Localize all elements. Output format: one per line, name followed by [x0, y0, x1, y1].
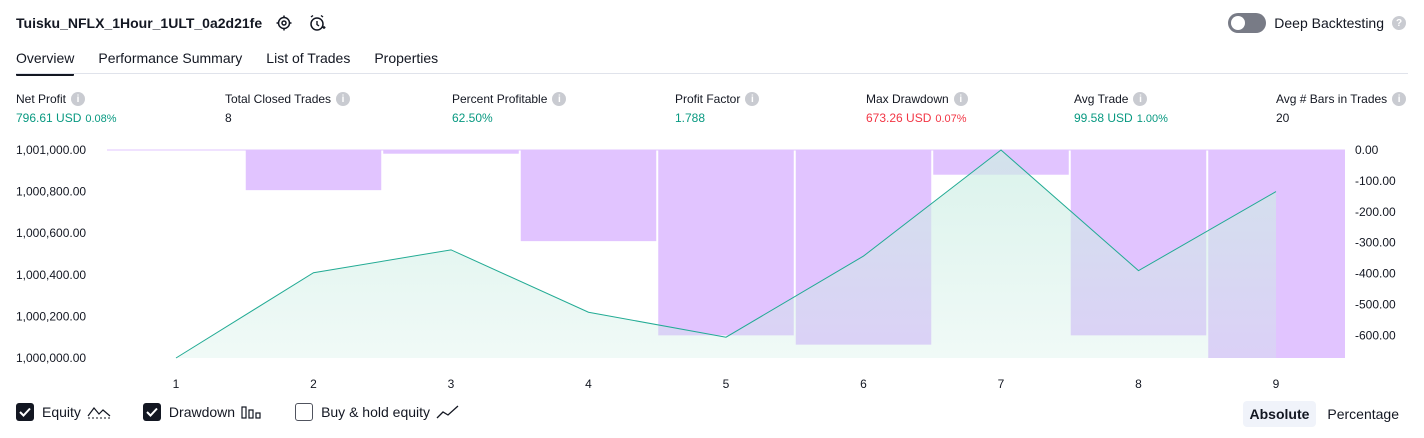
drawdown-tick-label: -400.00 [1355, 267, 1396, 281]
metric-label: Percent Profitable [452, 92, 548, 106]
strategy-header: Tuisku_NFLX_1Hour_1ULT_0a2d21fe Deep Bac… [0, 0, 1424, 44]
metric-value: 796.61 USD [16, 111, 82, 125]
tab-properties[interactable]: Properties [374, 44, 438, 76]
equity-tick-label: 1,000,600.00 [16, 226, 86, 240]
metric-label: Total Closed Trades [225, 92, 332, 106]
metric-value: 20 [1276, 111, 1290, 125]
drawdown-bar [520, 150, 657, 242]
trade-number-label: 1 [173, 377, 180, 391]
tabs-divider [16, 73, 1408, 74]
trade-number-label: 2 [310, 377, 317, 391]
legend-label: Buy & hold equity [321, 404, 431, 420]
metric-percent: 0.08% [85, 113, 117, 125]
metric-label: Max Drawdown [866, 92, 949, 106]
metric-avg-trade: Avg Trade i 99.58 USD 1.00% [1074, 92, 1168, 125]
metric-avg-bars-in-trades: Avg # Bars in Trades i 20 [1276, 92, 1407, 125]
metric-label: Avg Trade [1074, 92, 1129, 106]
metric-percent-profitable: Percent Profitable i 62.50% [452, 92, 567, 125]
add-alert-icon[interactable] [307, 13, 327, 33]
metric-net-profit: Net Profit i 796.61 USD 0.08% [16, 92, 117, 125]
drawdown-tick-label: -100.00 [1355, 174, 1396, 188]
value-mode-switch: Absolute Percentage [1239, 401, 1407, 427]
equity-tick-label: 1,000,200.00 [16, 309, 86, 323]
drawdown-tick-label: -300.00 [1355, 236, 1396, 250]
drawdown-checkbox[interactable] [142, 403, 161, 421]
metric-label: Avg # Bars in Trades [1276, 92, 1388, 106]
buy-hold-checkbox[interactable] [295, 403, 314, 421]
equity-tick-label: 1,000,000.00 [16, 351, 86, 365]
trade-number-label: 8 [1135, 377, 1142, 391]
legend-label: Drawdown [168, 404, 236, 420]
info-icon[interactable]: i [71, 92, 86, 106]
tab-list-of-trades[interactable]: List of Trades [266, 44, 350, 76]
summary-metrics: Net Profit i 796.61 USD 0.08% Total Closed… [0, 92, 1424, 132]
legend-equity[interactable]: Equity [16, 403, 111, 421]
settings-gear-icon[interactable] [274, 13, 294, 33]
info-icon[interactable]: i [552, 92, 567, 106]
deep-backtesting-toggle[interactable] [1228, 13, 1267, 33]
equity-line-icon [87, 405, 111, 419]
trade-number-label: 9 [1273, 377, 1280, 391]
drawdown-tick-label: -200.00 [1355, 205, 1396, 219]
drawdown-tick-label: -600.00 [1355, 328, 1396, 342]
legend-buy-hold-equity[interactable]: Buy & hold equity [295, 403, 460, 421]
equity-tick-label: 1,000,400.00 [16, 268, 86, 282]
metric-max-drawdown: Max Drawdown i 673.26 USD 0.07% [866, 92, 968, 125]
trade-number-label: 7 [998, 377, 1005, 391]
info-icon[interactable]: i [336, 92, 351, 106]
trade-number-label: 6 [860, 377, 867, 391]
trade-number-axis: 1 2 3 4 5 6 7 8 9 [173, 377, 1280, 391]
chart-legend: Equity Drawdown Buy & hold equity [16, 403, 492, 421]
legend-label: Equity [42, 404, 81, 420]
toggle-knob [1231, 16, 1246, 30]
drawdown-axis: 0.00 -100.00 -200.00 -300.00 -400.00 -500.00 -… [1355, 143, 1396, 342]
absolute-button[interactable]: Absolute [1242, 401, 1317, 427]
buy-hold-line-icon [436, 405, 460, 419]
drawdown-bar [245, 150, 382, 191]
metric-percent: 0.07% [935, 113, 967, 125]
deep-backtesting-label: Deep Backtesting [1274, 15, 1384, 31]
drawdown-bar [658, 150, 794, 336]
strategy-name: Tuisku_NFLX_1Hour_1ULT_0a2d21fe [16, 15, 263, 31]
deep-backtesting-help-icon[interactable]: ? [1392, 16, 1406, 30]
equity-tick-label: 1,000,800.00 [16, 185, 86, 199]
trade-number-label: 3 [448, 377, 455, 391]
info-icon[interactable]: i [745, 92, 760, 106]
metric-label: Net Profit [16, 92, 67, 106]
metric-value: 673.26 USD [866, 111, 932, 125]
tab-overview[interactable]: Overview [16, 44, 75, 76]
drawdown-bars-icon [241, 405, 263, 419]
trade-number-label: 5 [723, 377, 730, 391]
metric-value: 8 [225, 111, 232, 125]
trade-number-label: 4 [585, 377, 592, 391]
equity-drawdown-chart[interactable]: 1,001,000.00 1,000,800.00 1,000,600.00 1,00… [0, 140, 1424, 400]
drawdown-tick-label: 0.00 [1355, 143, 1379, 157]
metric-total-closed-trades: Total Closed Trades i 8 [225, 92, 351, 125]
drawdown-bar [383, 150, 519, 154]
metric-label: Profit Factor [675, 92, 741, 106]
metric-percent: 1.00% [1136, 113, 1168, 125]
equity-axis: 1,001,000.00 1,000,800.00 1,000,600.00 1,00… [16, 143, 86, 365]
metric-value: 1.788 [675, 111, 706, 125]
report-tabs: Overview Performance Summary List of Tra… [16, 44, 462, 76]
percentage-button[interactable]: Percentage [1320, 401, 1406, 427]
legend-drawdown[interactable]: Drawdown [142, 403, 263, 421]
metric-value: 62.50% [452, 111, 493, 125]
tab-performance-summary[interactable]: Performance Summary [98, 44, 242, 76]
info-icon[interactable]: i [1392, 92, 1407, 106]
deep-backtesting-control: Deep Backtesting ? [1228, 13, 1406, 33]
info-icon[interactable]: i [953, 92, 968, 106]
drawdown-tick-label: -500.00 [1355, 297, 1396, 311]
equity-checkbox[interactable] [16, 403, 34, 421]
metric-value: 99.58 USD [1074, 111, 1133, 125]
metric-profit-factor: Profit Factor i 1.788 [675, 92, 760, 125]
equity-tick-label: 1,001,000.00 [16, 143, 86, 157]
info-icon[interactable]: i [1133, 92, 1148, 106]
